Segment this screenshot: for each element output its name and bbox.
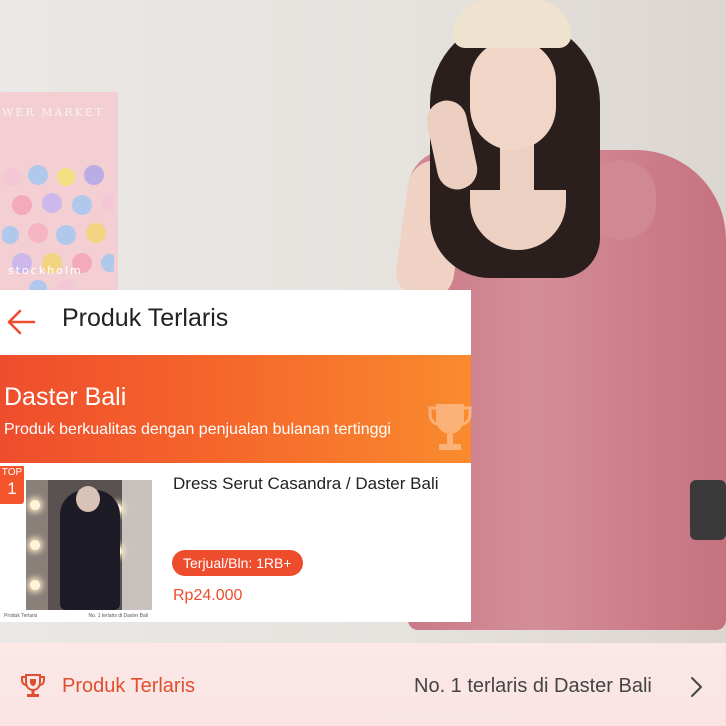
thumb-caption: Produk Terlaris No. 1 terlaris di Daster… <box>0 610 152 622</box>
thumb-model-head <box>76 486 100 512</box>
rank-text: No. 1 terlaris di Daster Bali <box>414 675 652 697</box>
product-price: Rp24.000 <box>173 587 243 604</box>
thumb-lamp <box>30 580 40 590</box>
arrow-left-icon[interactable] <box>6 308 36 336</box>
camera <box>690 480 726 540</box>
banner-title: Daster Bali <box>4 383 127 411</box>
headband <box>453 0 571 48</box>
trophy-icon <box>428 404 472 450</box>
poster-footer: stockholm <box>8 264 83 277</box>
thumb-curtain <box>122 480 152 610</box>
thumb-caption-left: Produk Terlaris <box>4 613 38 619</box>
thumb-lamp <box>30 540 40 550</box>
page-header: Produk Terlaris <box>0 290 471 355</box>
badge-rank-number: 1 <box>7 479 17 498</box>
badge-top-label: TOP <box>1 467 23 478</box>
flower-market-poster: WER MARKET stockholm <box>0 92 118 298</box>
product-thumbnail[interactable] <box>26 480 152 610</box>
chevron-right-icon[interactable] <box>688 676 704 698</box>
thumb-lamp <box>30 500 40 510</box>
thumb-caption-right: No. 1 terlaris di Daster Bali <box>88 613 148 619</box>
best-seller-card: Produk Terlaris Daster Bali Produk berku… <box>0 290 472 622</box>
banner-subtitle: Produk berkualitas dengan penjualan bula… <box>4 421 391 438</box>
page-title: Produk Terlaris <box>62 304 229 332</box>
best-seller-label: Produk Terlaris <box>62 675 196 697</box>
trophy-icon <box>21 674 45 697</box>
product-name[interactable]: Dress Serut Casandra / Daster Bali <box>173 474 439 494</box>
category-banner: Daster Bali Produk berkualitas dengan pe… <box>0 355 471 463</box>
best-seller-bar[interactable]: Produk Terlaris No. 1 terlaris di Daster… <box>0 643 726 726</box>
poster-title: WER MARKET <box>2 106 105 119</box>
top-rank-badge: TOP 1 <box>0 466 24 504</box>
product-item[interactable]: Produk Terlaris No. 1 terlaris di Daster… <box>0 463 471 622</box>
monthly-sold-badge: Terjual/Bln: 1RB+ <box>172 550 303 576</box>
model-face <box>470 40 556 150</box>
